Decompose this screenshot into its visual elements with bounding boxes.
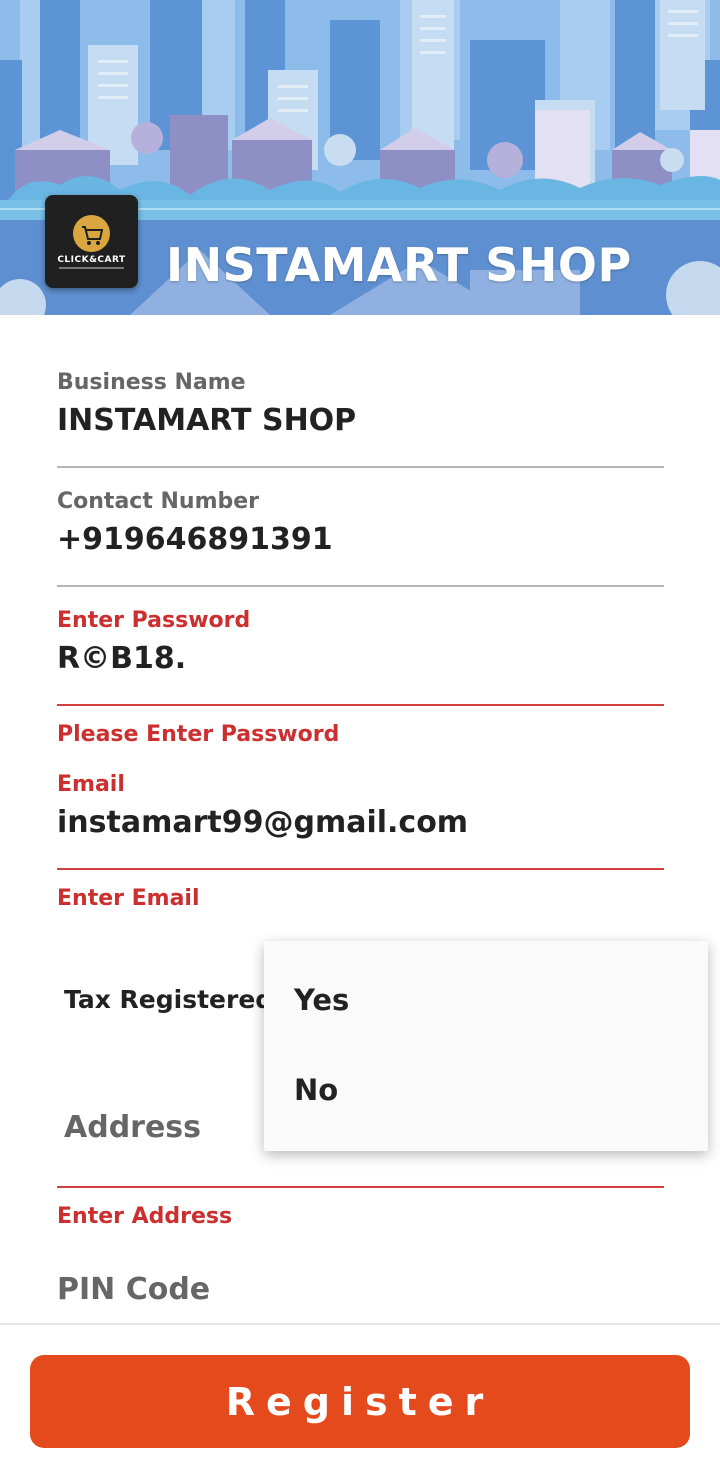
business-name-label: Business Name	[57, 370, 246, 395]
email-field[interactable]: Email instamart99@gmail.com	[57, 772, 664, 840]
logo-text: CLICK&CART	[57, 255, 126, 265]
register-button[interactable]: Register	[30, 1355, 690, 1448]
header-banner: CLICK&CART INSTAMART SHOP	[0, 0, 720, 315]
contact-number-field[interactable]: Contact Number +919646891391	[57, 489, 664, 557]
password-error: Please Enter Password	[57, 722, 340, 747]
tax-registered-dropdown: Yes No	[264, 941, 708, 1151]
business-name-field[interactable]: Business Name INSTAMART SHOP	[57, 370, 664, 438]
pin-code-input[interactable]: PIN Code	[57, 1272, 210, 1307]
email-error: Enter Email	[57, 886, 200, 911]
contact-number-underline	[57, 585, 664, 587]
shopping-cart-icon	[73, 215, 110, 252]
password-label: Enter Password	[57, 608, 251, 633]
dropdown-option-yes[interactable]: Yes	[294, 983, 349, 1017]
business-name-value: INSTAMART SHOP	[57, 403, 357, 438]
tax-registered-label: Tax Registered	[64, 985, 274, 1014]
business-name-underline	[57, 466, 664, 468]
email-value: instamart99@gmail.com	[57, 805, 469, 840]
contact-number-value: +919646891391	[57, 522, 333, 557]
address-error: Enter Address	[57, 1204, 233, 1229]
password-value: R©B18.	[57, 641, 187, 676]
email-label: Email	[57, 772, 125, 797]
password-underline	[57, 704, 664, 706]
bottom-divider	[0, 1323, 720, 1325]
email-underline	[57, 868, 664, 870]
password-field[interactable]: Enter Password R©B18.	[57, 608, 664, 676]
contact-number-label: Contact Number	[57, 489, 260, 514]
address-input[interactable]: Address	[64, 1110, 201, 1145]
page-title: INSTAMART SHOP	[166, 238, 632, 292]
brand-logo: CLICK&CART	[45, 195, 138, 288]
dropdown-option-no[interactable]: No	[294, 1073, 338, 1107]
address-underline	[57, 1186, 664, 1188]
